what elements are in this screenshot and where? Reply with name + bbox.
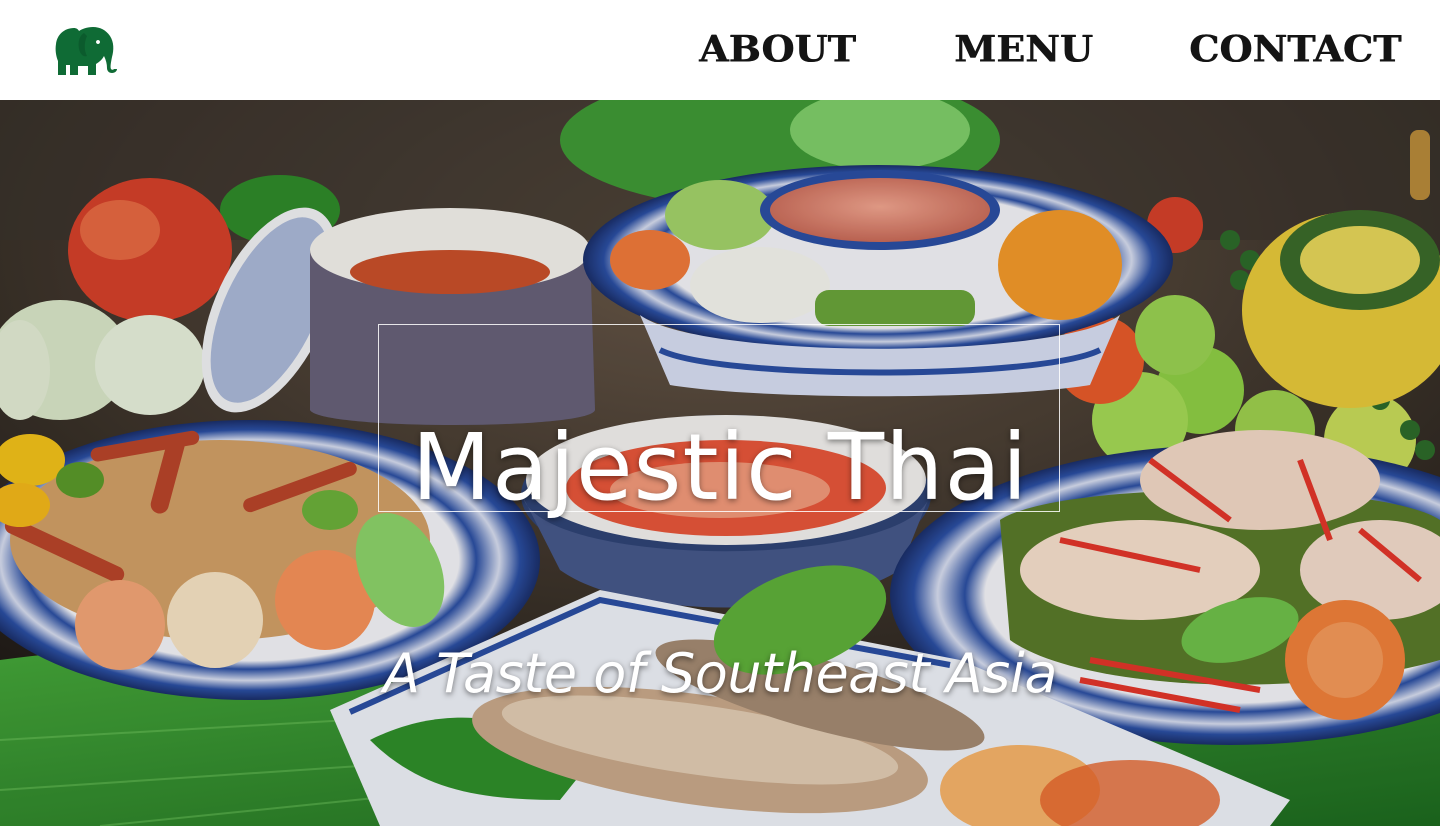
hero-title: Majestic Thai <box>411 413 1029 521</box>
nav-link-contact[interactable]: CONTACT <box>1189 27 1401 70</box>
hero-section: Majestic Thai A Taste of Southeast Asia <box>0 100 1440 826</box>
hero-title-frame: Majestic Thai <box>378 324 1060 518</box>
hero-tagline: A Taste of Southeast Asia <box>383 642 1057 705</box>
nav-link-menu[interactable]: MENU <box>954 27 1093 70</box>
site-header: ABOUT MENU CONTACT <box>0 0 1440 100</box>
main-navigation: ABOUT MENU CONTACT <box>0 0 1440 100</box>
nav-link-about[interactable]: ABOUT <box>699 27 856 70</box>
